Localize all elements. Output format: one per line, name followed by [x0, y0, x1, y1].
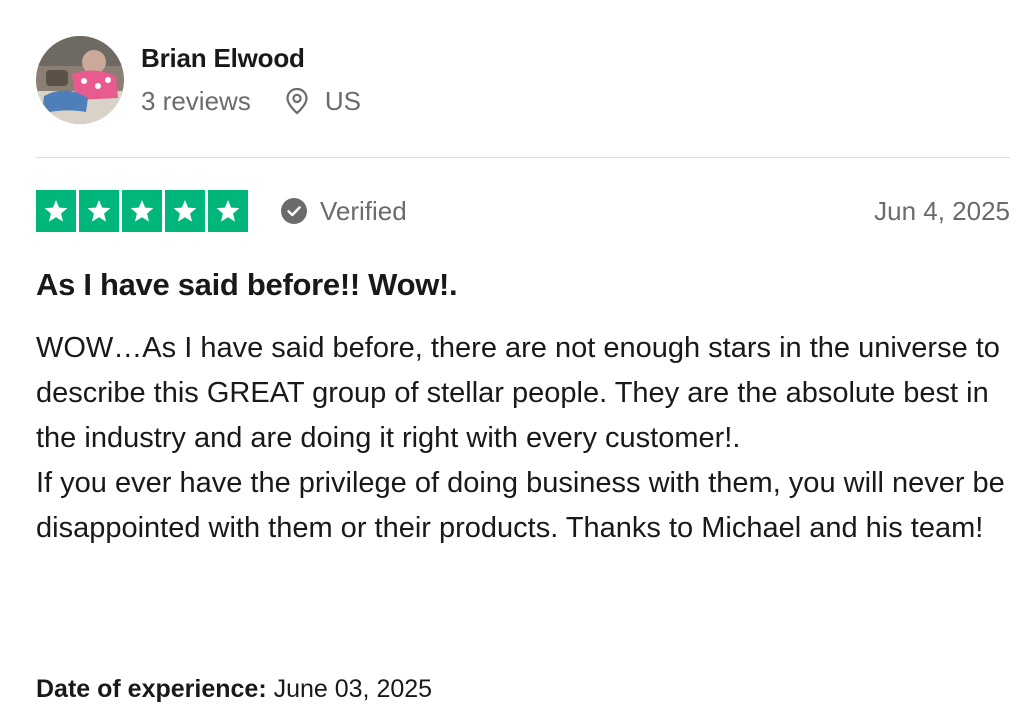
- review-paragraph: WOW…As I have said before, there are not…: [36, 332, 1000, 454]
- reviewer-avatar[interactable]: [36, 36, 124, 124]
- star-rating: [36, 190, 248, 232]
- reviewer-meta: 3 reviews US: [141, 86, 361, 116]
- location-label: US: [324, 85, 361, 116]
- experience-label: Date of experience:: [36, 675, 267, 703]
- reviewer-header: Brian Elwood 3 reviews US: [36, 36, 361, 124]
- star-icon: [165, 190, 205, 232]
- date-of-experience: Date of experience: June 03, 2025: [36, 674, 432, 704]
- review-body: WOW…As I have said before, there are not…: [36, 326, 1011, 551]
- review-paragraph: If you ever have the privilege of doing …: [36, 467, 1005, 544]
- map-pin-icon: [285, 87, 309, 115]
- reviewer-location: US: [285, 86, 361, 116]
- review-date: Jun 4, 2025: [874, 195, 1010, 226]
- verified-label: Verified: [320, 195, 407, 226]
- experience-date: June 03, 2025: [273, 675, 433, 703]
- star-icon: [122, 190, 162, 232]
- star-icon: [208, 190, 248, 232]
- reviewer-name[interactable]: Brian Elwood: [141, 43, 361, 73]
- check-circle-icon: [281, 198, 307, 224]
- review-card: Brian Elwood 3 reviews US Verified Jun 4…: [0, 0, 1024, 722]
- header-divider: [36, 157, 1010, 158]
- verified-badge[interactable]: Verified: [281, 196, 407, 227]
- star-icon: [79, 190, 119, 232]
- star-icon: [36, 190, 76, 232]
- rating-row: Verified Jun 4, 2025: [36, 190, 1010, 232]
- review-title[interactable]: As I have said before!! Wow!.: [36, 266, 458, 304]
- reviewer-info: Brian Elwood 3 reviews US: [141, 43, 361, 116]
- review-count: 3 reviews: [141, 85, 251, 116]
